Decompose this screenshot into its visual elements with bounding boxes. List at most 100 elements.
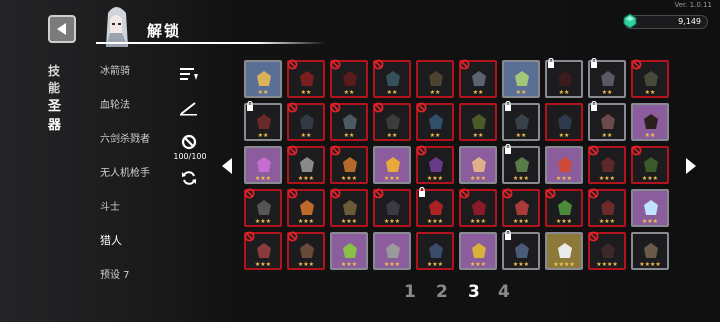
locked-ban-icon	[545, 188, 556, 199]
relic-slot[interactable]: ★★	[330, 102, 368, 141]
relic-art-icon	[343, 200, 357, 215]
filter-button[interactable]	[176, 97, 202, 119]
relic-slot[interactable]: ★★★★	[588, 231, 626, 270]
page-button-active[interactable]: 3	[468, 282, 480, 302]
relic-slot[interactable]: ★★★	[459, 232, 497, 270]
relic-slot[interactable]: ★★★	[373, 146, 411, 184]
relic-slot[interactable]: ★★★	[287, 231, 325, 270]
relic-slot[interactable]: ★★★	[631, 189, 669, 227]
relic-slot[interactable]: ★★★	[244, 188, 282, 227]
category-item-active[interactable]: 猎人	[100, 232, 122, 248]
relic-stars: ★★	[558, 89, 570, 96]
relic-art-icon	[429, 71, 443, 86]
lock-icon	[591, 101, 597, 111]
relic-stars: ★★	[472, 89, 484, 96]
relic-slot[interactable]: ★★★	[545, 188, 583, 227]
relic-slot[interactable]: ★★	[588, 101, 626, 141]
relic-art-icon	[644, 157, 658, 172]
relic-stars: ★★	[300, 89, 312, 96]
relic-slot[interactable]: ★★★	[244, 231, 282, 270]
relic-slot[interactable]: ★★★	[287, 145, 325, 184]
relic-art-icon	[257, 114, 271, 129]
relic-slot[interactable]: ★★	[502, 101, 540, 141]
relic-slot[interactable]: ★★	[287, 102, 325, 141]
tab-skills[interactable]: 技能	[48, 62, 60, 96]
relic-slot[interactable]: ★★	[545, 58, 583, 98]
relic-slot[interactable]: ★★	[459, 59, 497, 98]
relic-slot[interactable]: ★★★	[588, 145, 626, 184]
category-item[interactable]: 冰箭骑	[100, 62, 130, 77]
relic-art-icon	[343, 243, 357, 258]
relic-slot[interactable]: ★★★	[330, 145, 368, 184]
back-button[interactable]	[48, 15, 76, 43]
relic-slot[interactable]: ★★★	[502, 230, 540, 270]
refresh-button[interactable]	[176, 167, 202, 189]
locked-ban-icon	[287, 102, 298, 113]
page-button[interactable]: 2	[436, 282, 448, 302]
arrow-right-icon[interactable]	[686, 158, 696, 174]
relic-slot[interactable]: ★★★	[588, 188, 626, 227]
relic-slot[interactable]: ★★★	[416, 232, 454, 270]
relic-slot[interactable]: ★★★	[502, 144, 540, 184]
relic-slot[interactable]: ★★★	[373, 232, 411, 270]
relic-slot[interactable]: ★★	[588, 58, 626, 98]
page-button[interactable]: 1	[404, 282, 416, 302]
relic-slot[interactable]: ★★	[459, 103, 497, 141]
relic-slot[interactable]: ★★★	[330, 188, 368, 227]
category-item[interactable]: 斗士	[100, 198, 120, 213]
relic-slot[interactable]: ★★	[631, 59, 669, 98]
version-label: Ver. 1.0.11	[674, 1, 712, 9]
relic-slot[interactable]: ★★	[545, 103, 583, 141]
relic-stars: ★★	[386, 132, 398, 139]
page-button[interactable]: 4	[498, 282, 510, 302]
locked-ban-icon	[287, 145, 298, 156]
relic-slot[interactable]: ★★★	[416, 187, 454, 227]
relic-slot[interactable]: ★★	[330, 59, 368, 98]
relic-slot[interactable]: ★★	[502, 60, 540, 98]
relic-slot[interactable]: ★★★	[330, 232, 368, 270]
relic-slot[interactable]: ★★★	[416, 145, 454, 184]
tab-relics[interactable]: 圣器	[48, 95, 61, 133]
locked-ban-icon	[287, 59, 298, 70]
relic-art-icon	[601, 114, 615, 129]
relic-stars: ★★	[386, 89, 398, 96]
relic-slot[interactable]: ★★★	[459, 146, 497, 184]
category-item[interactable]: 血轮法	[100, 96, 130, 111]
sort-button[interactable]	[176, 63, 202, 85]
locked-ban-icon	[373, 188, 384, 199]
relic-slot[interactable]: ★★	[631, 103, 669, 141]
category-item[interactable]: 无人机枪手	[100, 164, 150, 179]
relic-slot[interactable]: ★★	[244, 101, 282, 141]
relic-slot[interactable]: ★★★	[502, 188, 540, 227]
disable-button[interactable]	[176, 131, 202, 153]
relic-slot[interactable]: ★★	[373, 102, 411, 141]
relic-slot[interactable]: ★★★	[631, 145, 669, 184]
relic-slot[interactable]: ★★	[287, 59, 325, 98]
relic-slot[interactable]: ★★★	[545, 146, 583, 184]
relic-stars: ★★★	[512, 175, 530, 182]
locked-ban-icon	[330, 188, 341, 199]
relic-slot[interactable]: ★★	[416, 102, 454, 141]
relic-art-icon	[300, 71, 314, 86]
relic-slot[interactable]: ★★	[373, 59, 411, 98]
locked-ban-icon	[459, 59, 470, 70]
relic-stars: ★★★★	[553, 261, 575, 268]
relic-slot[interactable]: ★★★	[459, 188, 497, 227]
relic-slot[interactable]: ★★★	[373, 188, 411, 227]
relic-stars: ★★★	[641, 218, 659, 225]
relic-slot[interactable]: ★★★★	[631, 232, 669, 270]
relic-stars: ★★	[257, 89, 269, 96]
arrow-left-icon[interactable]	[222, 158, 232, 174]
back-arrow-icon	[57, 23, 66, 35]
relic-art-icon	[386, 200, 400, 215]
relic-slot[interactable]: ★★★	[244, 146, 282, 184]
relic-slot[interactable]: ★★	[416, 60, 454, 98]
relic-art-icon	[257, 200, 271, 215]
relic-slot[interactable]: ★★★	[287, 188, 325, 227]
category-item[interactable]: 六剑杀戮者	[100, 130, 150, 145]
relic-art-icon	[601, 157, 615, 172]
relic-slot[interactable]: ★★	[244, 60, 282, 98]
relic-slot[interactable]: ★★★★	[545, 232, 583, 270]
category-item[interactable]: 预设 7	[100, 266, 130, 281]
relic-art-icon	[601, 200, 615, 215]
